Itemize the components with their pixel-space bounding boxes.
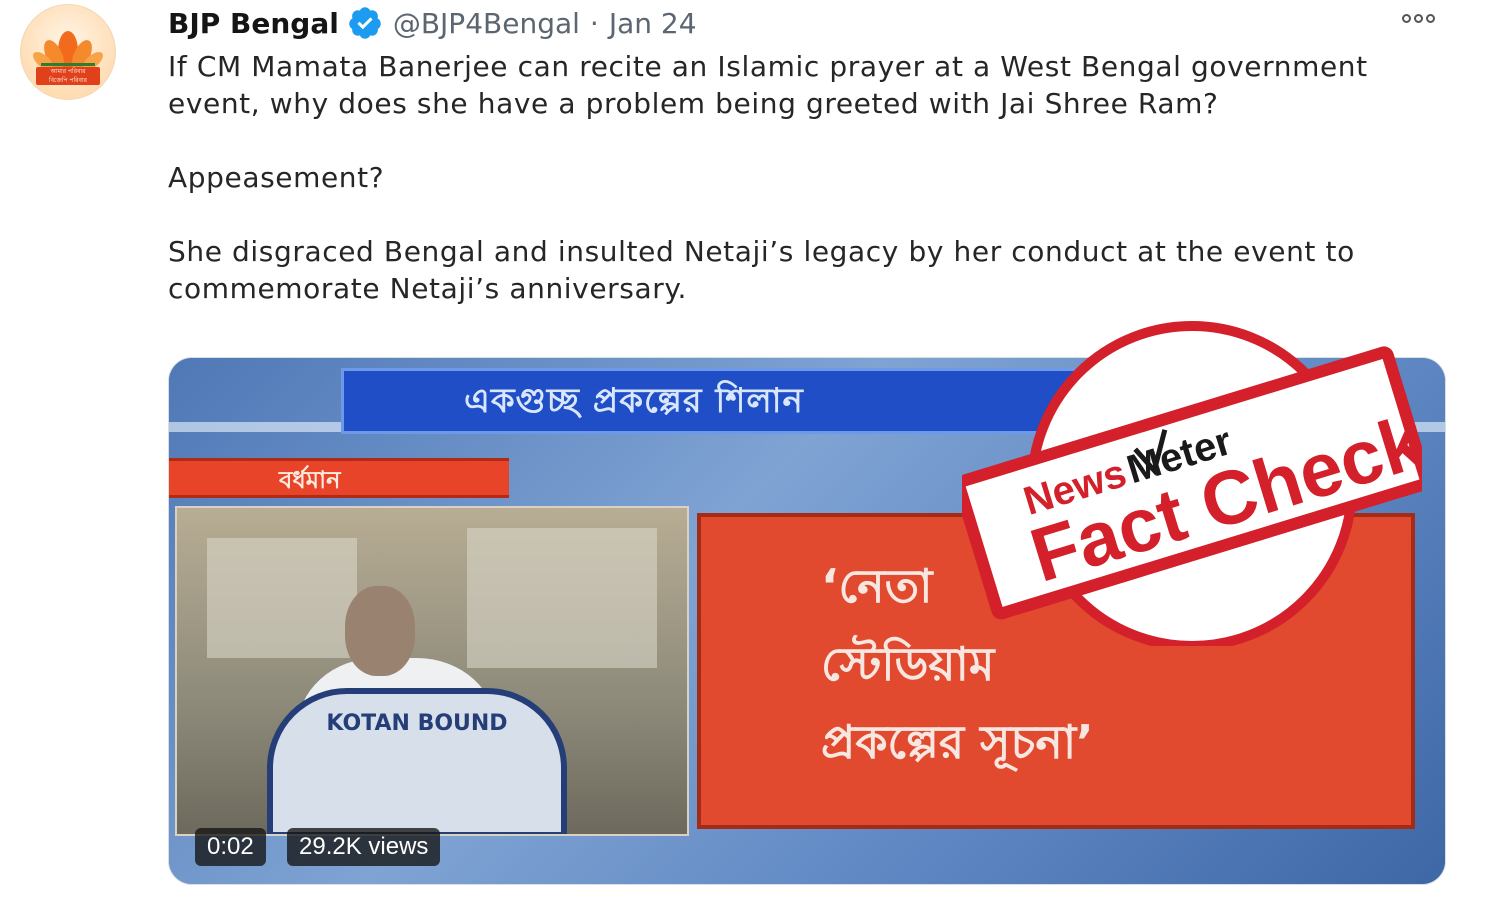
avatar-banner: আমার পরিবার বিজেপি পরিবার bbox=[36, 67, 100, 85]
video-view-count: 29.2K views bbox=[287, 828, 441, 866]
podium: KOTAN BOUND bbox=[267, 688, 567, 834]
tweet-paragraph-2: Appeasement? bbox=[168, 161, 385, 194]
tweet-header: BJP Bengal @BJP4Bengal · Jan 24 bbox=[168, 3, 697, 43]
avatar[interactable]: আমার পরিবার বিজেপি পরিবার bbox=[20, 4, 116, 100]
separator-dot: · bbox=[589, 6, 599, 40]
fact-check-stamp: News Meter Fact Check bbox=[962, 321, 1422, 646]
video-place-tag: বর্ধমান bbox=[169, 458, 509, 498]
account-handle[interactable]: @BJP4Bengal bbox=[393, 7, 580, 40]
speaker-frame: KOTAN BOUND bbox=[175, 506, 689, 836]
verified-badge-icon bbox=[349, 7, 381, 39]
quote-line-3: প্রকল্পের সূচনা’ bbox=[821, 715, 1094, 769]
video-timestamp: 0:02 bbox=[195, 828, 266, 866]
speaker-head bbox=[345, 586, 415, 676]
background-window bbox=[207, 538, 357, 658]
tweet-date[interactable]: Jan 24 bbox=[609, 7, 697, 40]
tweet-text: If CM Mamata Banerjee can recite an Isla… bbox=[168, 48, 1398, 307]
tweet-paragraph-1: If CM Mamata Banerjee can recite an Isla… bbox=[168, 50, 1368, 120]
account-name[interactable]: BJP Bengal bbox=[168, 7, 339, 40]
more-dot bbox=[1426, 14, 1435, 23]
more-dot bbox=[1414, 14, 1423, 23]
tweet-paragraph-3: She disgraced Bengal and insulted Netaji… bbox=[168, 235, 1355, 305]
background-window bbox=[467, 528, 657, 668]
more-options-icon[interactable] bbox=[1398, 10, 1439, 27]
more-dot bbox=[1402, 14, 1411, 23]
